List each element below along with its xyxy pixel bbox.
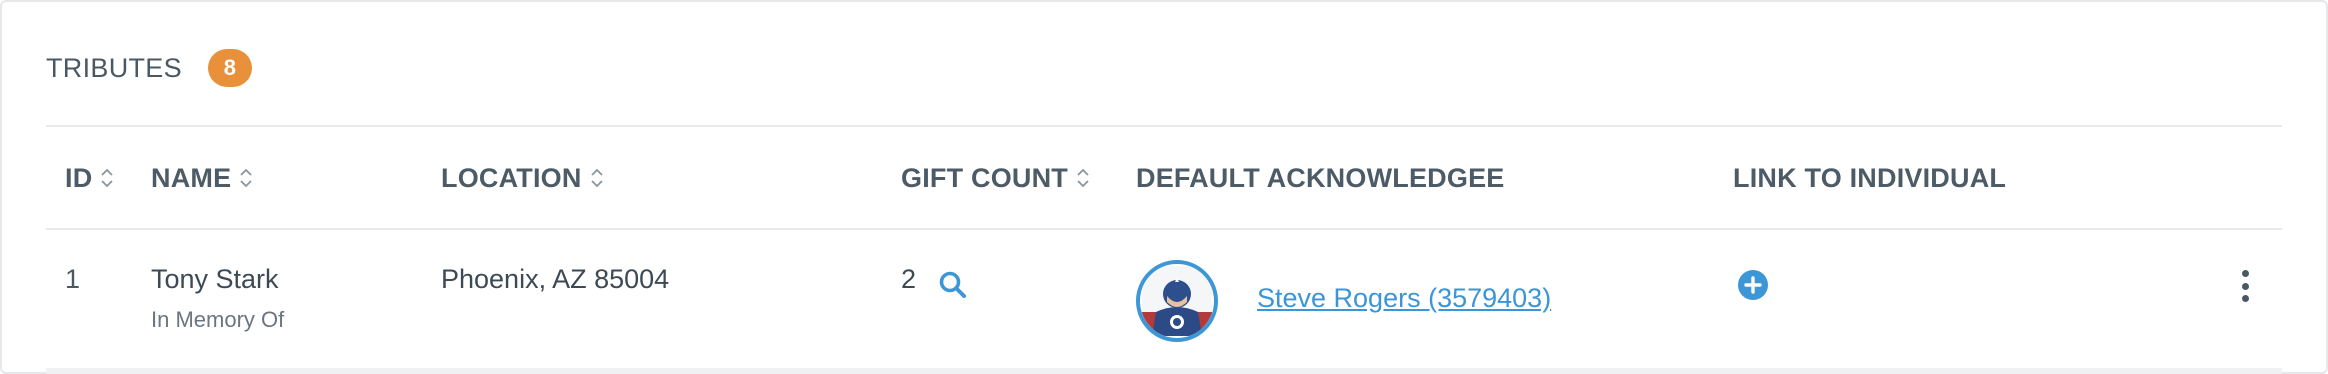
avatar: [1136, 260, 1218, 342]
row-divider: [46, 228, 2282, 230]
row-name: Tony Stark: [151, 264, 279, 294]
kebab-dot: [2241, 270, 2249, 277]
column-header-default-acknowledgee: DEFAULT ACKNOWLEDGEE: [1136, 158, 1505, 198]
column-header-default-acknowledgee-label: DEFAULT ACKNOWLEDGEE: [1136, 162, 1505, 193]
count-badge: 8: [207, 49, 252, 87]
plus-circle-icon[interactable]: [1736, 268, 1770, 302]
column-header-name-label: NAME: [151, 162, 232, 193]
sort-icon[interactable]: [239, 167, 253, 189]
panel-title: TRIBUTES: [46, 52, 182, 83]
column-header-gift-count-label: GIFT COUNT: [901, 162, 1068, 193]
row-gift-count: 2: [901, 264, 917, 294]
kebab-menu-icon[interactable]: [2234, 268, 2256, 304]
kebab-dot: [2241, 295, 2249, 302]
kebab-dot: [2241, 282, 2249, 290]
row-id: 1: [65, 264, 81, 294]
column-header-link-to-individual: LINK TO INDIVIDUAL: [1733, 158, 2006, 198]
search-icon[interactable]: [936, 268, 970, 302]
avatar-image: [1142, 266, 1212, 336]
sort-icon[interactable]: [1076, 167, 1090, 189]
column-header-name[interactable]: NAME: [151, 158, 253, 198]
panel-header: TRIBUTES 8: [46, 46, 252, 90]
column-header-id-label: ID: [65, 162, 93, 193]
column-header-link-to-individual-label: LINK TO INDIVIDUAL: [1733, 162, 2007, 193]
table-bottom-border: [46, 368, 2282, 374]
column-header-location-label: LOCATION: [441, 162, 582, 193]
header-divider: [46, 125, 2282, 127]
row-tribute-type: In Memory Of: [151, 307, 285, 332]
row-location: Phoenix, AZ 85004: [441, 264, 670, 294]
column-header-gift-count[interactable]: GIFT COUNT: [901, 158, 1090, 198]
tributes-panel: TRIBUTES 8 ID NAME LOCATION GIFT COUNT D…: [0, 0, 2328, 374]
column-header-id[interactable]: ID: [65, 158, 114, 198]
sort-icon[interactable]: [590, 167, 604, 189]
sort-icon[interactable]: [100, 167, 114, 189]
column-header-location[interactable]: LOCATION: [441, 158, 604, 198]
acknowledgee-link[interactable]: Steve Rogers (3579403): [1257, 283, 1551, 314]
